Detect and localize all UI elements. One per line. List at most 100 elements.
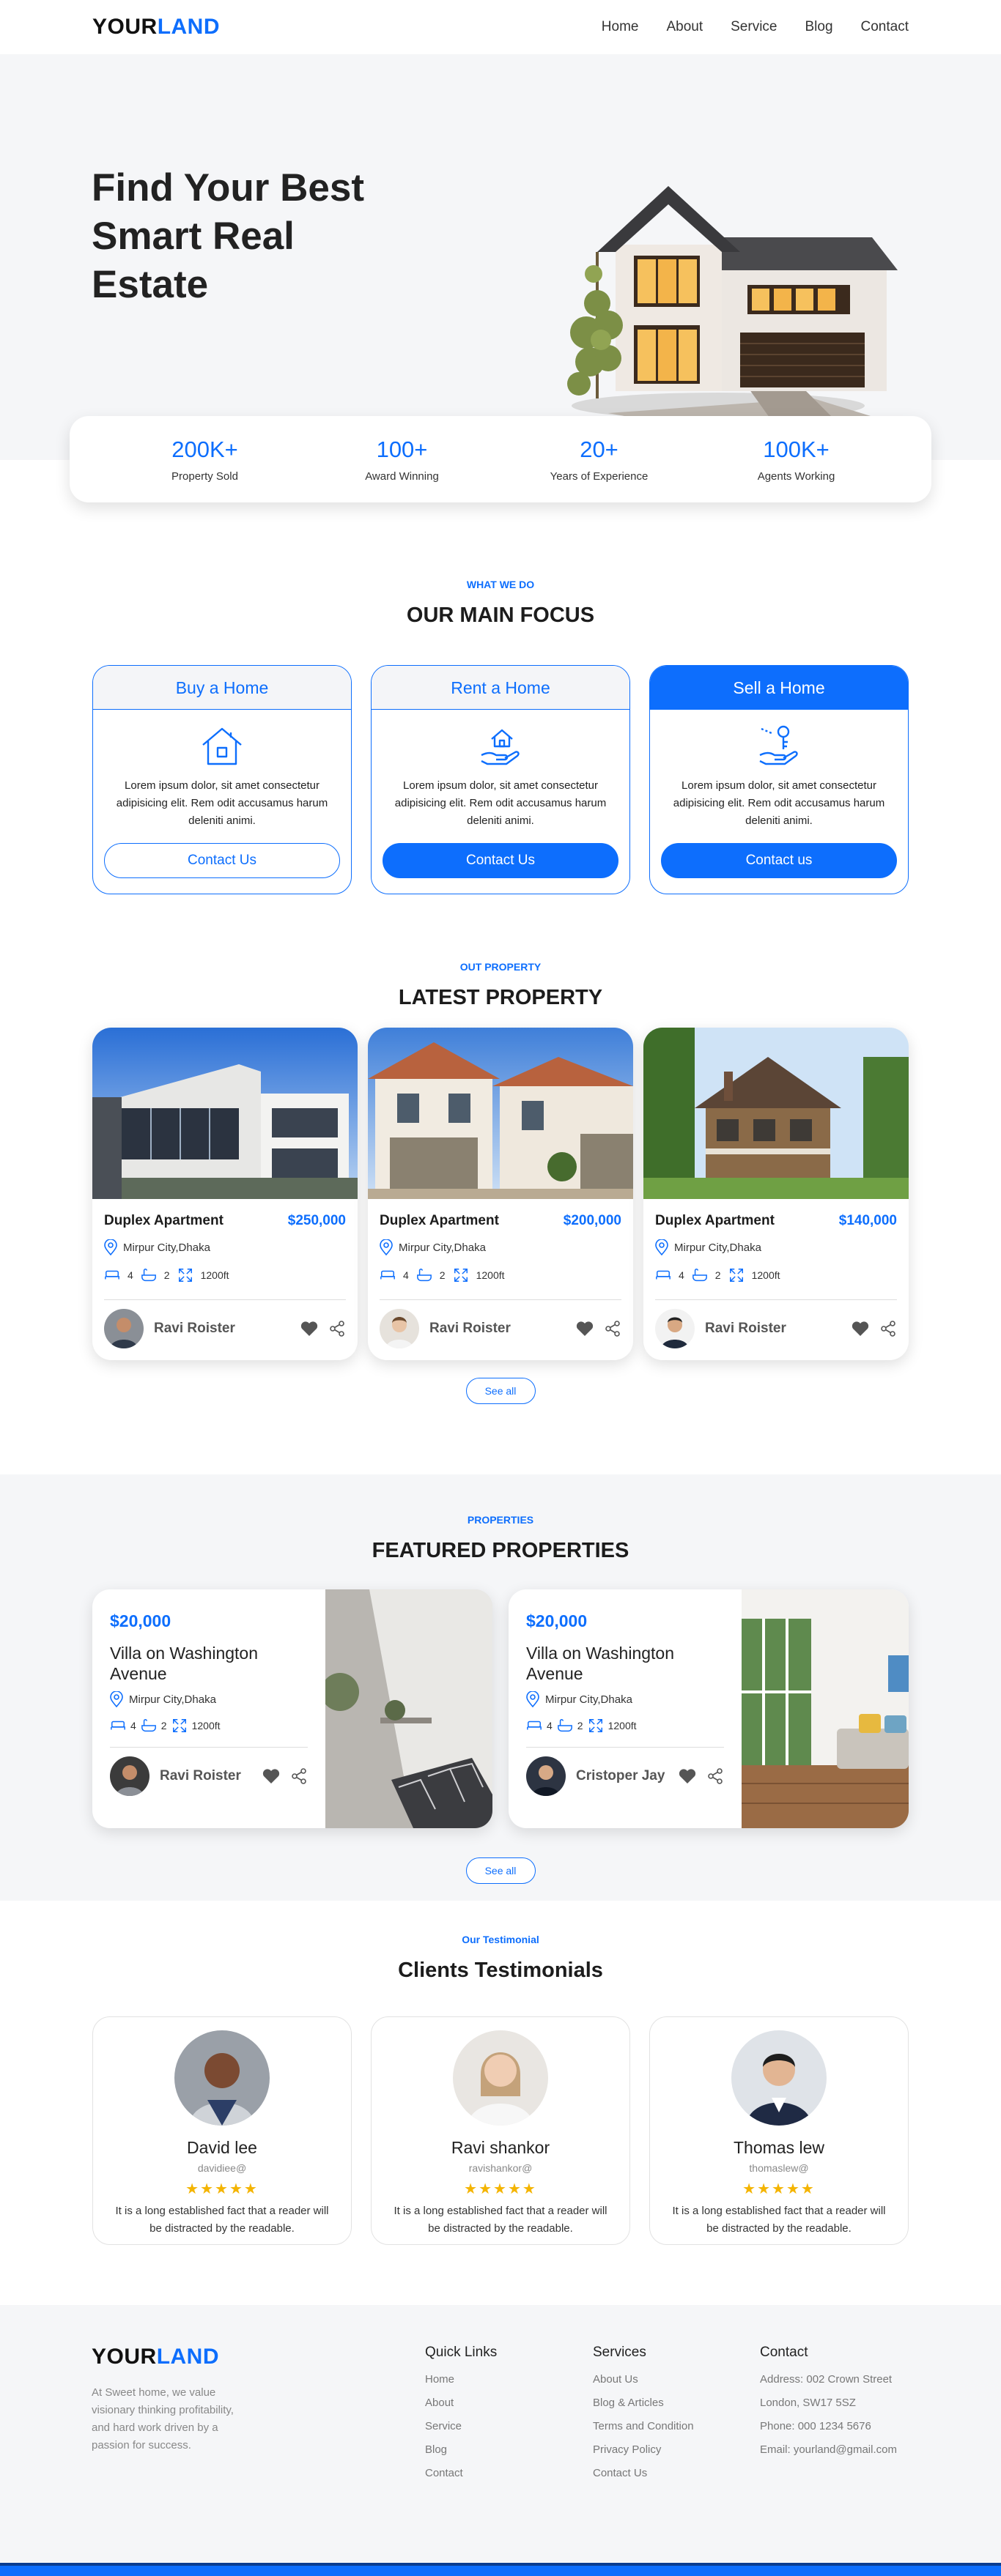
share-icon[interactable] bbox=[604, 1320, 621, 1337]
property-price: $200,000 bbox=[563, 1213, 621, 1228]
footer-link-about[interactable]: About bbox=[425, 2391, 497, 2415]
client-avatar bbox=[731, 2030, 827, 2126]
share-icon[interactable] bbox=[328, 1320, 346, 1337]
featured-property-card[interactable]: $20,000 Villa on Washington Avenue Mirpu… bbox=[92, 1589, 492, 1828]
stat-label: Years of Experience bbox=[550, 469, 649, 483]
client-handle: ravishankor@ bbox=[468, 2162, 533, 2174]
heart-icon[interactable] bbox=[679, 1768, 696, 1784]
footer-link-privacy[interactable]: Privacy Policy bbox=[593, 2438, 694, 2462]
property-name: Duplex Apartment bbox=[104, 1213, 224, 1228]
baths-count: 2 bbox=[439, 1269, 446, 1281]
location-pin-icon bbox=[655, 1239, 668, 1255]
share-icon[interactable] bbox=[879, 1320, 897, 1337]
heart-icon[interactable] bbox=[852, 1321, 869, 1337]
nav-about[interactable]: About bbox=[666, 19, 703, 35]
property-card[interactable]: Duplex Apartment $140,000 Mirpur City,Dha… bbox=[643, 1028, 909, 1360]
location-pin-icon bbox=[526, 1691, 539, 1707]
nav-service[interactable]: Service bbox=[731, 19, 777, 35]
property-card[interactable]: Duplex Apartment $200,000 Mirpur City,Dha… bbox=[368, 1028, 633, 1360]
heart-icon[interactable] bbox=[300, 1321, 318, 1337]
heart-icon[interactable] bbox=[576, 1321, 594, 1337]
footer-link-blog[interactable]: Blog bbox=[425, 2438, 497, 2462]
footer-description: At Sweet home, we value visionary thinki… bbox=[92, 2386, 234, 2451]
section-title: OUR MAIN FOCUS bbox=[406, 604, 595, 627]
property-card[interactable]: Duplex Apartment $250,000 Mirpur City,Dha… bbox=[92, 1028, 358, 1360]
section-title: Clients Testimonials bbox=[398, 1959, 603, 1982]
focus-card-title: Rent a Home bbox=[372, 666, 629, 710]
nav-home[interactable]: Home bbox=[602, 19, 639, 35]
footer-email[interactable]: Email: yourland@gmail.com bbox=[760, 2438, 897, 2462]
property-image bbox=[92, 1028, 358, 1199]
see-all-button[interactable]: See all bbox=[465, 1857, 536, 1884]
agent-avatar bbox=[380, 1309, 419, 1348]
bath-icon bbox=[692, 1269, 707, 1282]
property-image bbox=[368, 1028, 633, 1199]
footer-column-title: Services bbox=[593, 2345, 646, 2360]
section-subtitle: PROPERTIES bbox=[467, 1514, 534, 1526]
area-size: 1200ft bbox=[607, 1720, 637, 1731]
footer-link-service[interactable]: Service bbox=[425, 2415, 497, 2438]
area-size: 1200ft bbox=[200, 1269, 229, 1281]
agent-name: Ravi Roister bbox=[154, 1321, 235, 1336]
testimonial-card: Thomas lew thomaslew@ ★★★★★ It is a long… bbox=[649, 2016, 909, 2245]
footer-link-about-us[interactable]: About Us bbox=[593, 2368, 694, 2391]
testimonial-card: David lee davidiee@ ★★★★★ It is a long e… bbox=[92, 2016, 352, 2245]
featured-property-image bbox=[325, 1589, 492, 1828]
see-all-button[interactable]: See all bbox=[465, 1378, 536, 1404]
featured-property-image bbox=[742, 1589, 909, 1828]
bed-icon bbox=[656, 1270, 671, 1280]
footer-city: London, SW17 5SZ bbox=[760, 2397, 856, 2409]
focus-card-text: Lorem ipsum dolor, sit amet consectetur … bbox=[394, 779, 607, 827]
share-icon[interactable] bbox=[290, 1767, 308, 1785]
property-location: Mirpur City,Dhaka bbox=[674, 1241, 761, 1254]
contact-us-button[interactable]: Contact us bbox=[661, 843, 897, 878]
footer-link-contact[interactable]: Contact bbox=[425, 2462, 497, 2485]
location-pin-icon bbox=[380, 1239, 393, 1255]
area-expand-icon bbox=[729, 1269, 743, 1282]
beds-count: 4 bbox=[403, 1269, 409, 1281]
section-title: FEATURED PROPERTIES bbox=[372, 1539, 629, 1562]
bed-icon bbox=[380, 1270, 395, 1280]
featured-property-card[interactable]: $20,000 Villa on Washington Avenue Mirpu… bbox=[509, 1589, 909, 1828]
testimonial-quote: It is a long established fact that a rea… bbox=[115, 2205, 329, 2235]
property-name: Villa on Washington Avenue bbox=[110, 1644, 259, 1683]
footer-link-blog-articles[interactable]: Blog & Articles bbox=[593, 2391, 694, 2415]
agent-avatar bbox=[110, 1756, 149, 1796]
area-size: 1200ft bbox=[191, 1720, 221, 1731]
property-name: Villa on Washington Avenue bbox=[526, 1644, 675, 1683]
property-location: Mirpur City,Dhaka bbox=[129, 1693, 216, 1706]
share-icon[interactable] bbox=[706, 1767, 724, 1785]
beds-count: 4 bbox=[679, 1269, 684, 1281]
latest-property-section: OUT PROPERTY LATEST PROPERTY Duplex Apar… bbox=[0, 961, 1001, 1404]
client-name: Ravi shankor bbox=[451, 2138, 550, 2157]
logo[interactable]: YOURLAND bbox=[92, 15, 220, 40]
contact-us-button[interactable]: Contact Us bbox=[383, 843, 618, 878]
stat-agents-working: 100K+ Agents Working bbox=[716, 437, 877, 483]
site-footer: YOURLAND At Sweet home, we value visiona… bbox=[0, 2305, 1001, 2563]
stat-property-sold: 200K+ Property Sold bbox=[125, 437, 286, 483]
section-subtitle: OUT PROPERTY bbox=[459, 961, 542, 973]
client-name: Thomas lew bbox=[734, 2138, 824, 2157]
footer-column-title: Quick Links bbox=[425, 2345, 498, 2360]
contact-us-button[interactable]: Contact Us bbox=[104, 843, 340, 878]
footer-logo[interactable]: YOURLAND bbox=[92, 2345, 219, 2369]
star-rating: ★★★★★ bbox=[742, 2181, 816, 2197]
baths-count: 2 bbox=[163, 1269, 170, 1281]
nav-blog[interactable]: Blog bbox=[805, 19, 832, 35]
stat-value: 100+ bbox=[376, 436, 428, 462]
focus-card-sell: Sell a Home Lorem ipsum dolor, sit amet … bbox=[649, 665, 909, 894]
agent-name: Ravi Roister bbox=[160, 1768, 241, 1783]
footer-contact: Contact Address: 002 Crown Street London… bbox=[760, 2345, 897, 2462]
focus-card-buy: Buy a Home Lorem ipsum dolor, sit amet c… bbox=[92, 665, 352, 894]
footer-link-terms[interactable]: Terms and Condition bbox=[593, 2415, 694, 2438]
footer-quick-links: Quick Links Home About Service Blog Cont… bbox=[425, 2345, 497, 2485]
client-name: David lee bbox=[187, 2138, 257, 2157]
site-header: YOURLAND Home About Service Blog Contact bbox=[0, 0, 1001, 54]
heart-icon[interactable] bbox=[262, 1768, 280, 1784]
location-pin-icon bbox=[110, 1691, 123, 1707]
client-handle: davidiee@ bbox=[197, 2162, 247, 2174]
agent-name: Ravi Roister bbox=[705, 1321, 786, 1336]
nav-contact[interactable]: Contact bbox=[861, 19, 909, 35]
footer-link-contact-us[interactable]: Contact Us bbox=[593, 2462, 694, 2485]
footer-link-home[interactable]: Home bbox=[425, 2368, 497, 2391]
